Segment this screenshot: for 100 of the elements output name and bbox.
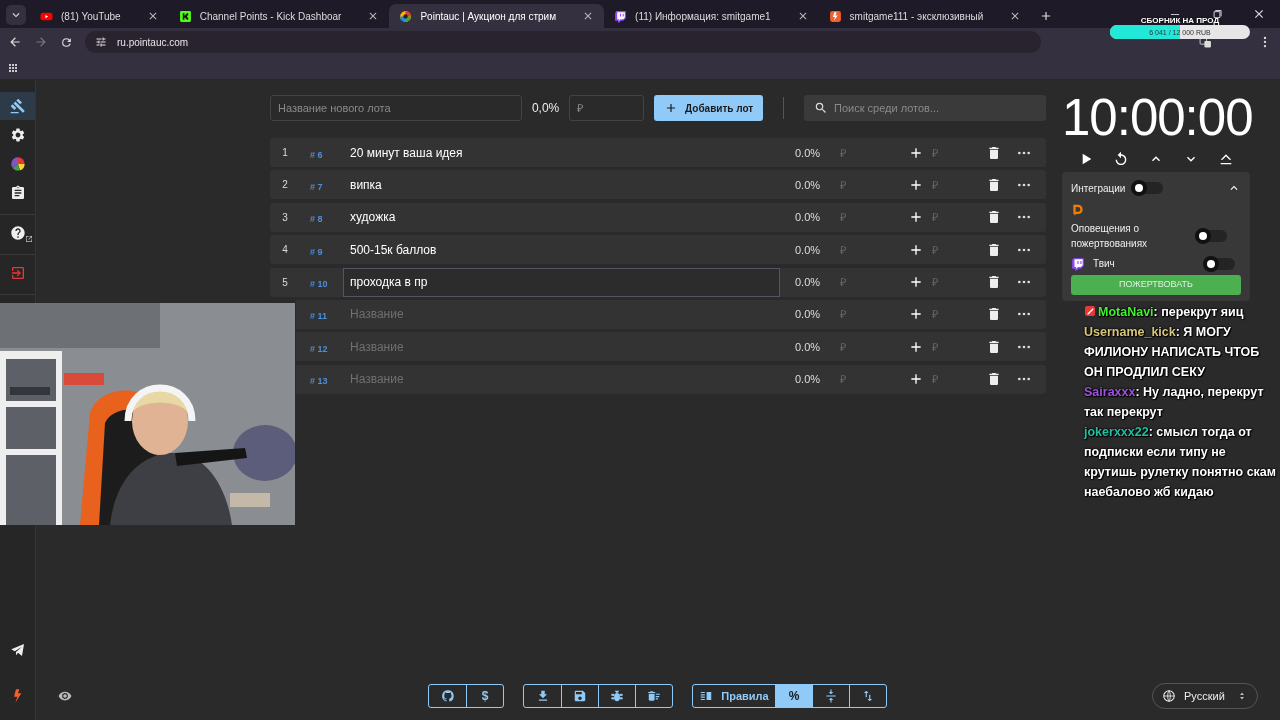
address-bar[interactable]: ru.pointauc.com bbox=[85, 31, 1041, 53]
amount-field[interactable]: ₽ bbox=[835, 173, 901, 196]
lot-row[interactable]: # 11 Название 0.0% ₽ ₽ bbox=[296, 299, 1046, 329]
row-number: 3 bbox=[282, 211, 288, 223]
lightning-icon bbox=[828, 9, 842, 23]
logout-icon bbox=[9, 265, 26, 281]
lot-name-field[interactable]: 20 минут ваша идея bbox=[343, 138, 780, 167]
lot-row[interactable]: 2 # 7 випка 0.0% ₽ ₽ bbox=[270, 170, 1046, 200]
tab-title: Pointauc | Аукцион для стрим bbox=[420, 10, 558, 22]
lot-id: # 13 bbox=[310, 376, 328, 387]
chat-bubble-icon bbox=[1071, 256, 1085, 271]
lot-id: # 11 bbox=[310, 311, 328, 322]
add-amount-field[interactable]: ₽ bbox=[924, 206, 978, 229]
add-amount-field[interactable]: ₽ bbox=[924, 141, 978, 164]
tab-title: Channel Points - Kick Dashboar bbox=[199, 10, 343, 22]
lot-percent: 0.0% bbox=[795, 373, 822, 386]
back-icon[interactable] bbox=[8, 35, 22, 49]
lot-percent: 0.0% bbox=[795, 243, 822, 256]
toggle-switch[interactable] bbox=[1133, 182, 1164, 194]
site-settings-icon[interactable] bbox=[95, 36, 107, 48]
wheel-icon bbox=[399, 9, 413, 23]
trash-icon[interactable] bbox=[986, 144, 1002, 161]
add-amount-field[interactable]: ₽ bbox=[924, 303, 978, 326]
chat-message: Username_kick: Я МОГУ ФИЛИОНУ НАПИСАТЬ ЧТОБ ОН ПРОДЛИЛ СЕКУ bbox=[1084, 324, 1261, 381]
lot-row[interactable]: 3 # 8 художка 0.0% ₽ ₽ bbox=[270, 202, 1046, 232]
tab-title: smitgame111 - эксклюзивный bbox=[849, 10, 985, 22]
lot-percent: 0.0% bbox=[795, 211, 822, 224]
toggle-button[interactable]: % bbox=[775, 685, 812, 707]
tab-title: (81) YouTube bbox=[61, 10, 122, 22]
rules-button[interactable]: Правила bbox=[693, 685, 775, 707]
amount-field[interactable]: ₽ bbox=[835, 303, 901, 326]
trash-icon[interactable] bbox=[986, 176, 1002, 193]
amount-field[interactable]: ₽ bbox=[569, 95, 645, 121]
search-icon bbox=[814, 101, 828, 115]
external-link-icon bbox=[25, 235, 33, 243]
eye-icon[interactable] bbox=[58, 689, 72, 703]
integration-label: Твич bbox=[1093, 257, 1116, 271]
github-icon bbox=[440, 689, 455, 703]
search-field[interactable]: Поиск среди лотов... bbox=[804, 95, 1046, 121]
lot-name-field[interactable]: художка bbox=[343, 202, 780, 232]
trash-icon[interactable] bbox=[986, 338, 1002, 355]
lot-row[interactable]: # 13 Название 0.0% ₽ ₽ bbox=[296, 364, 1046, 394]
browser-tab[interactable]: Channel Points - Kick Dashboar bbox=[168, 4, 390, 28]
lot-name-field[interactable]: Название bbox=[343, 364, 780, 394]
lot-name-field[interactable]: випка bbox=[343, 170, 780, 200]
integration-label: Оповещения о пожертвованиях bbox=[1071, 222, 1149, 251]
pie-chart-icon bbox=[9, 156, 26, 172]
forward-icon[interactable] bbox=[34, 35, 48, 49]
lot-row[interactable]: 1 # 6 20 минут ваша идея 0.0% ₽ ₽ bbox=[270, 138, 1046, 167]
add-amount-field[interactable]: ₽ bbox=[924, 335, 978, 358]
browser-tab[interactable]: (81) YouTube bbox=[30, 4, 169, 28]
lot-name-field[interactable]: Название нового лота bbox=[270, 95, 522, 121]
lot-row[interactable]: 4 # 9 500-15к баллов 0.0% ₽ ₽ bbox=[270, 235, 1046, 265]
lot-id: # 9 bbox=[310, 246, 323, 257]
lot-row[interactable]: 5 # 10 проходка в пр 0.0% ₽ ₽ bbox=[270, 267, 1046, 297]
sidebar-item[interactable] bbox=[0, 92, 35, 120]
amount-field[interactable]: ₽ bbox=[835, 141, 901, 164]
add-lot-button[interactable]: Добавить лот bbox=[654, 95, 763, 121]
toggle-switch[interactable] bbox=[1205, 257, 1235, 270]
lot-row[interactable]: # 12 Название 0.0% ₽ ₽ bbox=[296, 332, 1046, 362]
toggle-switch[interactable] bbox=[1197, 230, 1227, 242]
amount-field[interactable]: ₽ bbox=[835, 238, 901, 261]
browser-tab[interactable]: (11) Информация: smitgame1 bbox=[604, 4, 819, 28]
toggle-button[interactable]: $ bbox=[466, 685, 503, 707]
browser-tab[interactable]: smitgame111 - эксклюзивный bbox=[818, 4, 1032, 28]
reload-icon[interactable] bbox=[60, 35, 73, 49]
tab-title: (11) Информация: smitgame1 bbox=[635, 10, 772, 22]
trash-icon[interactable] bbox=[986, 306, 1002, 323]
lot-percent: 0.0% bbox=[795, 308, 822, 321]
close-icon[interactable] bbox=[1252, 7, 1266, 21]
lot-name-field[interactable]: 500-15к баллов bbox=[343, 235, 780, 265]
sort-icon bbox=[861, 689, 875, 703]
trash-icon[interactable] bbox=[986, 371, 1002, 388]
trash-icon[interactable] bbox=[986, 209, 1002, 226]
trash-icon[interactable] bbox=[986, 274, 1002, 291]
amount-field[interactable]: ₽ bbox=[835, 206, 901, 229]
speech-bubble-icon bbox=[1071, 203, 1085, 217]
trash-icon[interactable] bbox=[986, 241, 1002, 258]
tab-list-button[interactable] bbox=[6, 5, 26, 25]
chat-bubble-icon bbox=[614, 9, 628, 23]
lot-name-field[interactable]: Название bbox=[343, 299, 780, 329]
bug-icon bbox=[610, 689, 624, 703]
browser-tab[interactable]: Pointauc | Аукцион для стрим bbox=[389, 4, 605, 28]
add-amount-field[interactable]: ₽ bbox=[924, 173, 978, 196]
rules-icon bbox=[699, 689, 714, 703]
globe-icon bbox=[1162, 689, 1176, 703]
amount-field[interactable]: ₽ bbox=[835, 368, 901, 391]
apps-icon[interactable] bbox=[7, 61, 19, 74]
amount-field[interactable]: ₽ bbox=[835, 335, 901, 358]
lot-name-field[interactable]: проходка в пр bbox=[343, 267, 780, 297]
add-amount-field[interactable]: ₽ bbox=[924, 238, 978, 261]
restart-icon[interactable] bbox=[1113, 151, 1129, 167]
add-amount-field[interactable]: ₽ bbox=[924, 368, 978, 391]
amount-field[interactable]: ₽ bbox=[835, 271, 901, 294]
lot-name-field[interactable]: Название bbox=[343, 332, 780, 362]
lot-percent: 0.0% bbox=[795, 146, 822, 159]
add-amount-field[interactable]: ₽ bbox=[924, 271, 978, 294]
chat-message: jokerxxx22: смысл тогда от подписки если типу не крутишь рулетку понятно скам наебалово жб кидаю bbox=[1084, 424, 1278, 501]
paper-plane-icon[interactable] bbox=[9, 642, 26, 658]
goal-title: СБОРНИК НА ПРОД bbox=[1140, 16, 1220, 25]
